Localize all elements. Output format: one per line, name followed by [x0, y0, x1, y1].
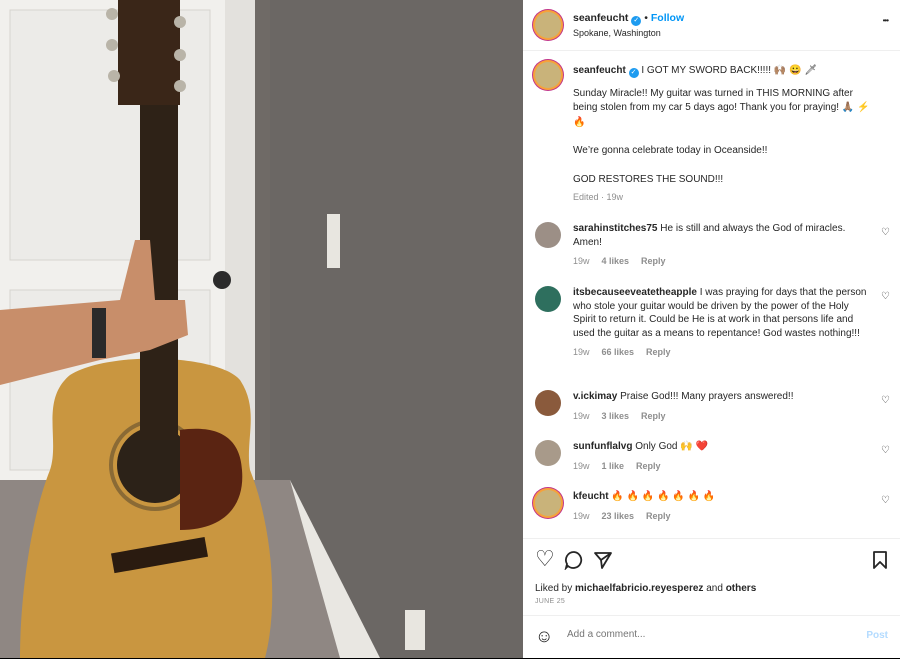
comment: kfeucht 🔥 🔥 🔥 🔥 🔥 🔥 🔥 19w 23 likes Reply	[573, 490, 873, 523]
emoji-icon[interactable]: ☺	[535, 626, 553, 647]
caption-title: I GOT MY SWORD BACK!!!!! 🙌🏽 😀 🗡	[641, 65, 817, 76]
comment: itsbecauseeveatetheapple I was praying f…	[573, 286, 873, 360]
comment-username[interactable]: itsbecauseeveatetheapple	[573, 287, 697, 298]
liked-by-prefix: Liked by	[535, 583, 576, 594]
reply-button[interactable]: Reply	[641, 256, 666, 266]
reply-button[interactable]: Reply	[641, 411, 666, 421]
post-header: seanfeucht ✓ • Follow Spokane, Washingto…	[523, 0, 900, 51]
comment-likes[interactable]: 3 likes	[602, 411, 630, 421]
caption-avatar[interactable]	[535, 62, 561, 88]
comment-username[interactable]: v.ickimay	[573, 391, 617, 402]
liked-by-and: and	[703, 583, 726, 594]
post-location[interactable]: Spokane, Washington	[573, 28, 661, 38]
comment-time[interactable]: 19w	[573, 511, 590, 521]
caption-username[interactable]: seanfeucht	[573, 65, 626, 76]
comment-time[interactable]: 19w	[573, 256, 590, 266]
post-sidebar: seanfeucht ✓ • Follow Spokane, Washingto…	[523, 0, 900, 658]
comment-icon[interactable]	[564, 550, 584, 574]
like-comment-icon[interactable]: ♡	[881, 291, 890, 302]
comment: sunfunflalvg Only God 🙌 ❤️ 19w 1 like Repl…	[573, 440, 873, 473]
comment-text: Only God 🙌 ❤️	[635, 441, 708, 452]
caption-line-3: GOD RESTORES THE SOUND!!!	[573, 173, 724, 185]
comment-text: Praise God!!! Many prayers answered!!	[620, 391, 794, 402]
comment-likes[interactable]: 66 likes	[602, 347, 635, 357]
comment-avatar[interactable]	[535, 440, 561, 466]
reply-button[interactable]: Reply	[636, 461, 661, 471]
like-icon[interactable]: ♡	[535, 548, 555, 570]
author-avatar[interactable]	[535, 12, 561, 38]
liked-by: Liked by michaelfabricio.reyesperez and …	[535, 583, 756, 594]
door-knob	[213, 271, 231, 289]
reply-button[interactable]: Reply	[646, 511, 671, 521]
comment-input[interactable]	[565, 628, 839, 641]
guitar-photo	[0, 0, 523, 658]
comment-username[interactable]: kfeucht	[573, 491, 609, 502]
post-caption: seanfeucht ✓ I GOT MY SWORD BACK!!!!! 🙌🏽…	[573, 64, 873, 204]
caption-line-1: Sunday Miracle!! My guitar was turned in…	[573, 87, 870, 128]
comment-username[interactable]: sunfunflalvg	[573, 441, 632, 452]
caption-meta: Edited · 19w	[573, 191, 624, 202]
comment-time[interactable]: 19w	[573, 347, 590, 357]
like-comment-icon[interactable]: ♡	[881, 227, 890, 238]
verified-badge-icon: ✓	[631, 16, 642, 26]
bookmark-icon[interactable]	[872, 550, 888, 574]
light-switch	[327, 214, 340, 268]
comment-text: 🔥 🔥 🔥 🔥 🔥 🔥 🔥	[611, 491, 716, 502]
comment: sarahinstitches75 He is still and always…	[573, 222, 873, 269]
post-photo[interactable]	[0, 0, 523, 658]
post-date[interactable]: JUNE 25	[535, 598, 565, 605]
wristband	[92, 308, 106, 358]
like-comment-icon[interactable]: ♡	[881, 445, 890, 456]
like-comment-icon[interactable]: ♡	[881, 495, 890, 506]
comment: v.ickimay Praise God!!! Many prayers ans…	[573, 390, 873, 423]
liked-by-others[interactable]: others	[726, 583, 757, 594]
comment-likes[interactable]: 4 likes	[602, 256, 630, 266]
like-comment-icon[interactable]: ♡	[881, 395, 890, 406]
comment-time[interactable]: 19w	[573, 411, 590, 421]
separator-dot: •	[644, 12, 648, 24]
add-comment-bar: ☺ Post	[523, 615, 900, 659]
comment-avatar[interactable]	[535, 390, 561, 416]
comment-username[interactable]: sarahinstitches75	[573, 223, 658, 234]
wall-outlet	[405, 610, 425, 650]
liked-by-user[interactable]: michaelfabricio.reyesperez	[575, 583, 703, 594]
post-comment-button[interactable]: Post	[866, 630, 888, 641]
share-icon[interactable]	[593, 550, 613, 574]
follow-button[interactable]: Follow	[651, 12, 684, 24]
author-username[interactable]: seanfeucht	[573, 12, 628, 24]
verified-badge-icon: ✓	[628, 68, 639, 78]
comment-likes[interactable]: 1 like	[602, 461, 625, 471]
comment-avatar[interactable]	[535, 490, 561, 516]
comment-time[interactable]: 19w	[573, 461, 590, 471]
comment-avatar[interactable]	[535, 222, 561, 248]
comment-likes[interactable]: 23 likes	[602, 511, 635, 521]
headstock	[118, 0, 180, 105]
comment-avatar[interactable]	[535, 286, 561, 312]
caption-line-2: We’re gonna celebrate today in Oceanside…	[573, 145, 768, 157]
reply-button[interactable]: Reply	[646, 347, 671, 357]
more-options-icon[interactable]: •••	[883, 16, 889, 25]
